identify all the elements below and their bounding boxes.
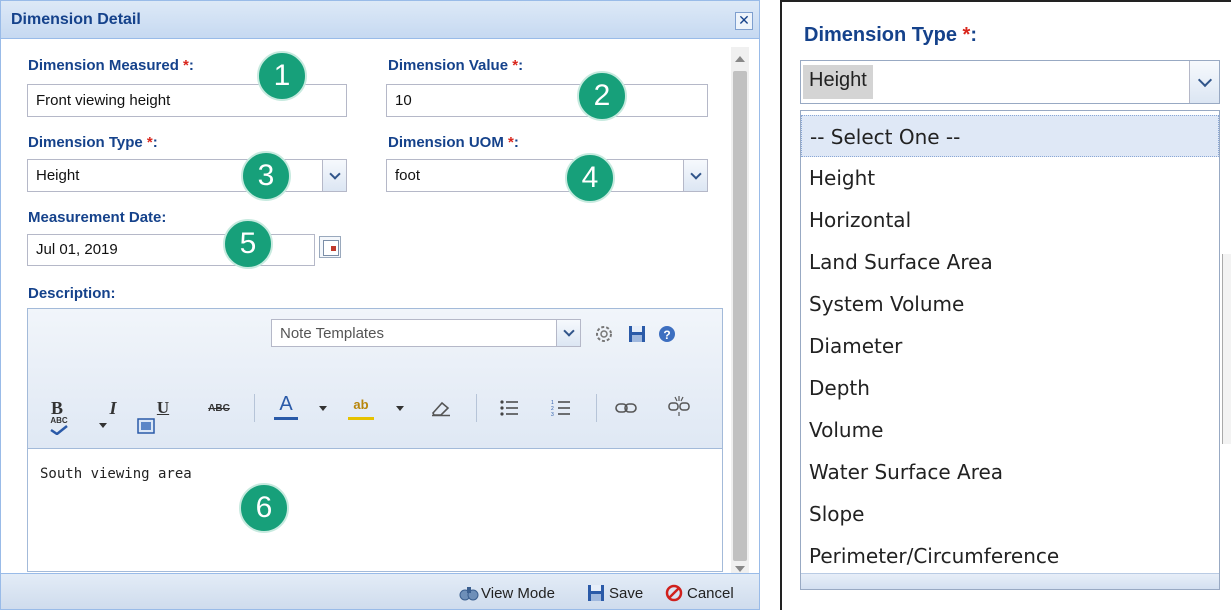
callout-badge-1: 1 [257,51,307,101]
dropdown-option[interactable]: System Volume [801,283,1219,325]
caret-down-icon[interactable] [396,406,404,411]
dimension-value-label: Dimension Value *: [388,57,524,74]
dimension-type-label: Dimension Type *: [28,134,158,151]
editor-content[interactable]: South viewing area [40,466,192,482]
dropdown-option[interactable]: Slope [801,493,1219,535]
callout-badge-6: 6 [239,483,289,533]
unlink-icon[interactable] [666,393,692,419]
dimension-uom-label: Dimension UOM *: [388,134,519,151]
callout-badge-4: 4 [565,153,615,203]
settings-icon[interactable] [592,321,616,347]
description-label: Description: [28,285,116,302]
spellcheck-icon[interactable]: ABC [44,412,74,438]
note-templates-select[interactable]: Note Templates [271,319,581,347]
cancel-button[interactable]: Cancel [665,582,734,604]
toolbar-separator [476,394,477,422]
scroll-up-icon[interactable] [735,56,745,62]
dimension-measured-label: Dimension Measured *: [28,57,194,74]
cancel-icon [665,584,683,602]
dropdown-option[interactable]: Diameter [801,325,1219,367]
svg-text:?: ? [663,328,670,342]
svg-text:3: 3 [551,412,554,417]
selected-value: Height [803,65,873,99]
callout-badge-5: 5 [223,219,273,269]
calendar-icon[interactable] [319,236,341,258]
strikethrough-icon[interactable]: ABC [204,395,234,421]
chevron-down-icon[interactable] [683,160,707,191]
help-icon[interactable]: ? [655,321,679,347]
dimension-type-select-expanded[interactable]: Height [800,60,1220,104]
chevron-down-icon[interactable] [1189,61,1219,103]
editor-toolbar: Note Templates ? B I U ABC A ab 1 2 3 AB… [28,309,722,449]
dimension-detail-dialog: Dimension Detail ✕ Dimension Measured *:… [0,0,760,610]
dropdown-option[interactable]: Height [801,157,1219,199]
callout-badge-2: 2 [577,71,627,121]
dialog-title: Dimension Detail [11,11,141,28]
font-color-icon[interactable]: A [274,392,298,420]
dropdown-label: Dimension Type *: [804,24,978,46]
toolbar-separator [596,394,597,422]
save-icon[interactable] [625,321,649,347]
scroll-down-icon[interactable] [735,566,745,572]
measurement-date-label: Measurement Date: [28,209,167,226]
dropdown-option[interactable]: -- Select One -- [801,115,1219,157]
dropdown-options-list: -- Select One -- Height Horizontal Land Sur… [800,110,1220,590]
dimension-type-dropdown-panel: Dimension Type *: Height -- Select One -… [780,0,1231,610]
html-view-icon[interactable] [134,413,158,439]
numbered-list-icon[interactable]: 123 [548,395,574,421]
dropdown-option[interactable]: Perimeter/Circumference [801,535,1219,577]
dropdown-option[interactable]: Depth [801,367,1219,409]
highlight-icon[interactable]: ab [348,392,374,420]
italic-icon[interactable]: I [102,395,124,421]
dropdown-option[interactable]: Horizontal [801,199,1219,241]
callout-badge-3: 3 [241,151,291,201]
background-window-edge [1222,254,1231,444]
binoculars-icon [459,584,479,602]
dropdown-option[interactable]: Water Surface Area [801,451,1219,493]
caret-down-icon[interactable] [99,423,107,428]
eraser-icon[interactable] [428,395,454,421]
close-icon[interactable]: ✕ [735,12,753,30]
scroll-thumb[interactable] [733,71,747,561]
chevron-down-icon[interactable] [556,320,580,346]
dimension-value-input[interactable]: 10 [386,84,708,117]
toolbar-separator [254,394,255,422]
dropdown-option[interactable]: Volume [801,409,1219,451]
save-button[interactable]: Save [587,582,643,604]
save-icon [587,584,605,602]
vertical-scrollbar[interactable] [731,47,749,577]
caret-down-icon[interactable] [319,406,327,411]
dimension-uom-select[interactable]: foot [386,159,708,192]
dropdown-option[interactable]: Land Surface Area [801,241,1219,283]
resize-handle[interactable] [801,573,1219,589]
bullet-list-icon[interactable] [496,395,522,421]
description-editor: Note Templates ? B I U ABC A ab 1 2 3 AB… [27,308,723,572]
dialog-footer: View Mode Save Cancel [1,573,759,609]
dimension-type-select[interactable]: Height [27,159,347,192]
link-icon[interactable] [613,395,639,421]
chevron-down-icon[interactable] [322,160,346,191]
view-mode-button[interactable]: View Mode [459,582,555,604]
dialog-header: Dimension Detail ✕ [1,1,759,39]
